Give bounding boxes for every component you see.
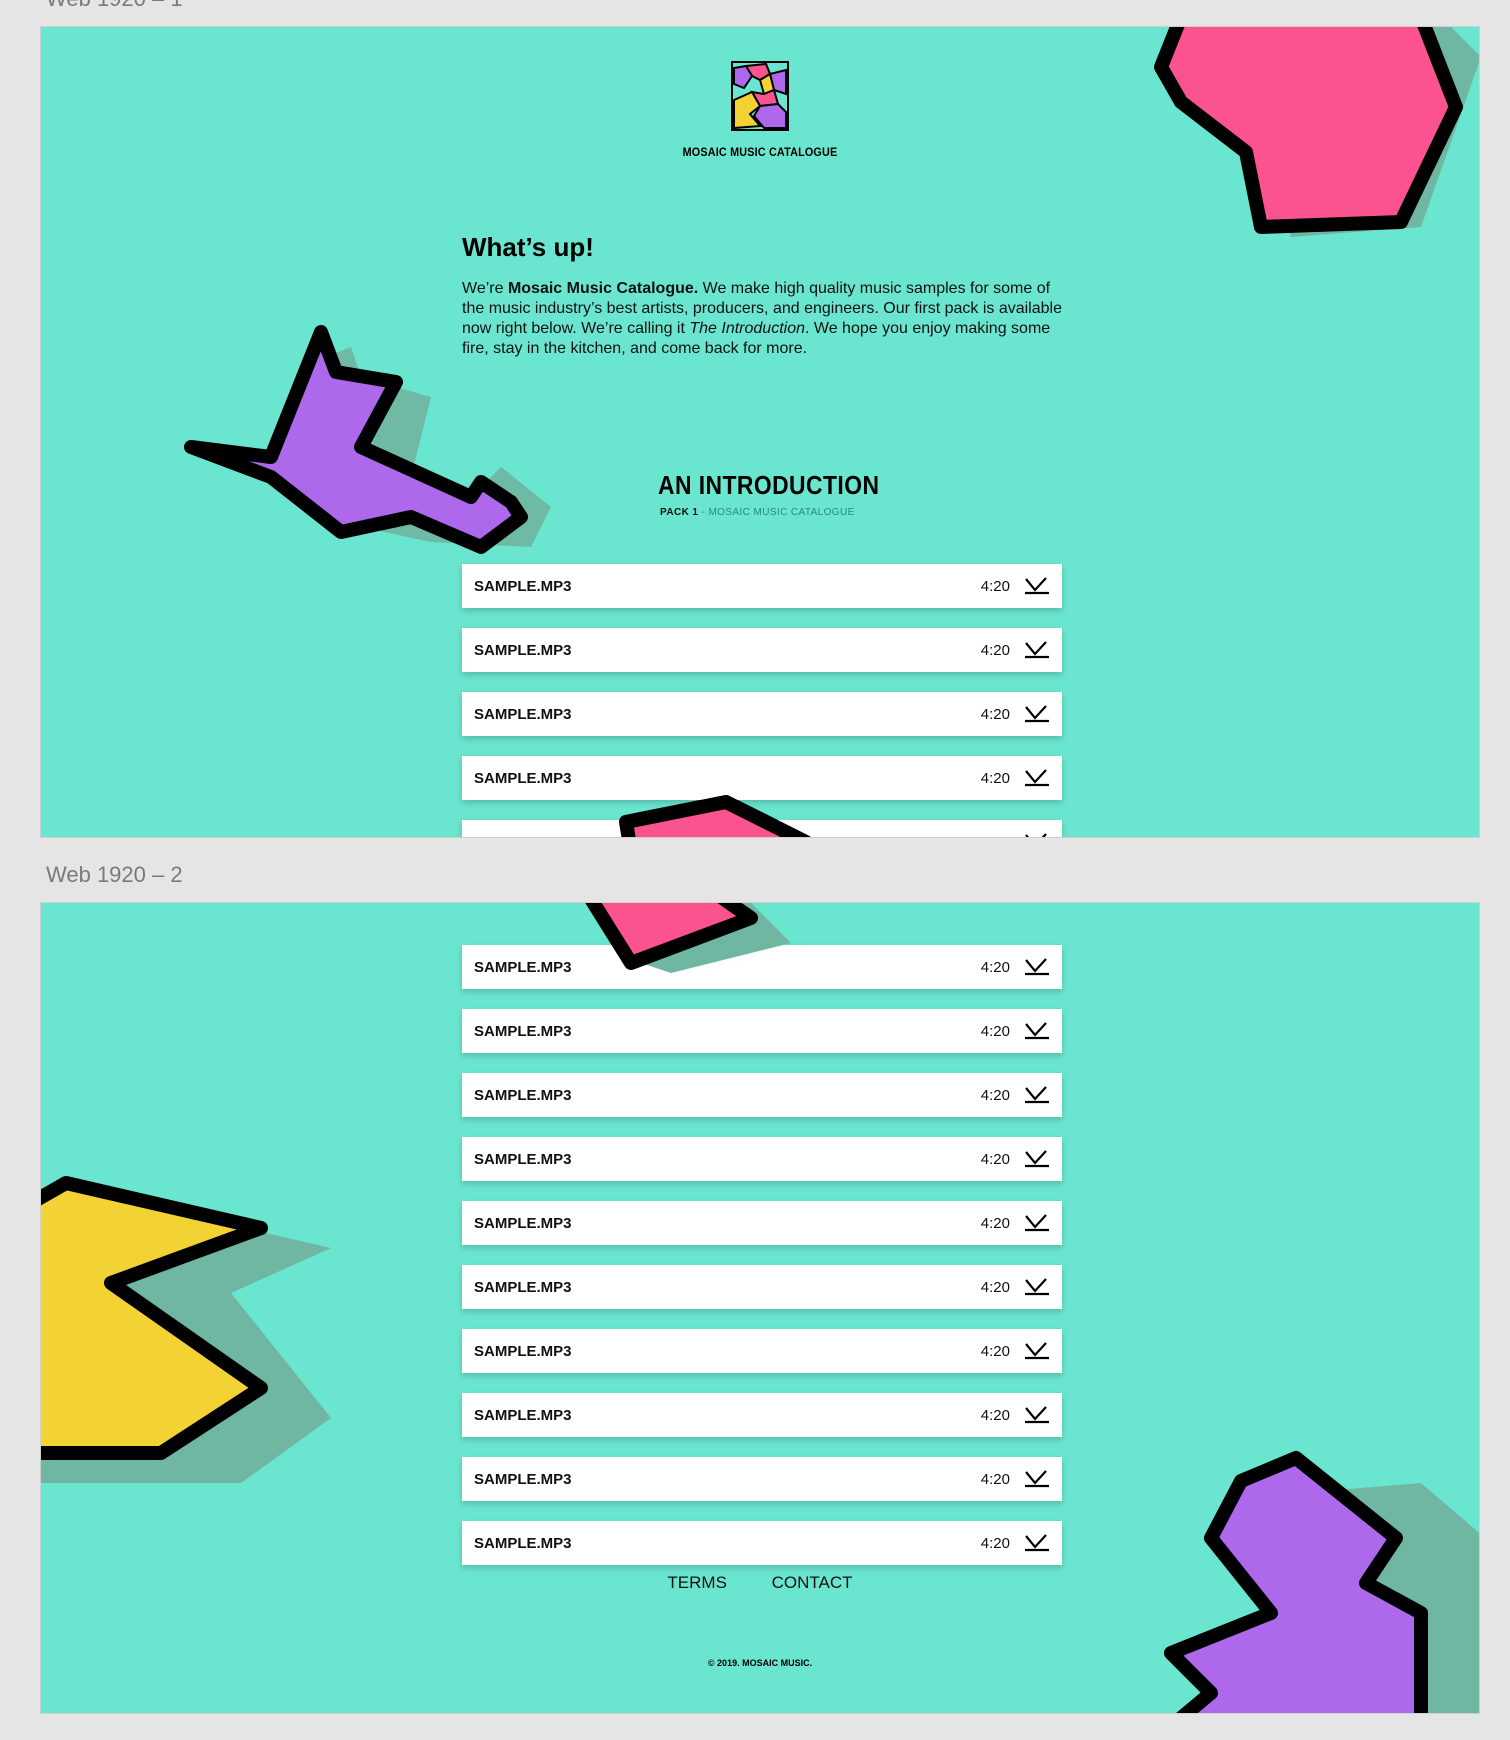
track-duration: 4:20 — [980, 1534, 1010, 1552]
track-row[interactable]: SAMPLE.MP3 4:20 — [462, 1201, 1062, 1245]
download-icon[interactable] — [1024, 576, 1050, 596]
track-duration: 4:20 — [980, 705, 1010, 723]
pink-shape-continued-decoration — [585, 903, 791, 973]
terms-link[interactable]: TERMS — [667, 1573, 727, 1592]
download-icon[interactable] — [1024, 704, 1050, 724]
download-icon[interactable] — [1024, 1405, 1050, 1425]
pack-separator: - — [698, 507, 709, 518]
download-icon[interactable] — [1024, 1533, 1050, 1553]
track-duration: 4:20 — [980, 1278, 1010, 1296]
artboard-web-2: SAMPLE.MP3 4:20 SAMPLE.MP3 4:20 SAMPLE.MP3 4:… — [40, 902, 1480, 1714]
track-name: SAMPLE.MP3 — [474, 1022, 572, 1040]
track-name: SAMPLE.MP3 — [474, 577, 572, 595]
track-duration: 4:20 — [980, 1150, 1010, 1168]
track-row[interactable]: SAMPLE.MP3 4:20 — [462, 564, 1062, 608]
download-icon[interactable] — [1024, 640, 1050, 660]
track-name: SAMPLE.MP3 — [474, 1214, 572, 1232]
download-icon[interactable] — [1024, 1149, 1050, 1169]
download-icon[interactable] — [1024, 957, 1050, 977]
artboard-label-2: Web 1920 – 2 — [46, 862, 183, 887]
pack-title: AN INTRODUCTION — [658, 470, 880, 500]
track-duration: 4:20 — [980, 1342, 1010, 1360]
track-name: SAMPLE.MP3 — [474, 641, 572, 659]
track-duration: 4:20 — [980, 1022, 1010, 1040]
pack-catalogue: MOSAIC MUSIC CATALOGUE — [708, 507, 855, 518]
download-icon[interactable] — [1024, 1021, 1050, 1041]
artboard-label-1: Web 1920 – 1 — [46, 0, 183, 12]
track-duration: 4:20 — [981, 834, 1010, 838]
track-name: SAMPLE.MP3 — [474, 1278, 572, 1296]
track-duration: 4:20 — [980, 958, 1010, 976]
track-name: SAMPLE.MP3 — [474, 705, 572, 723]
track-row[interactable]: SAMPLE.MP3 4:20 — [462, 628, 1062, 672]
track-row[interactable]: SAMPLE.MP3 4:20 — [462, 1009, 1062, 1053]
pink-shape-overlay-decoration — [619, 795, 811, 837]
track-name: SAMPLE.MP3 — [474, 1342, 572, 1360]
download-icon[interactable] — [1024, 1213, 1050, 1233]
track-row[interactable]: SAMPLE.MP3 4:20 — [462, 1265, 1062, 1309]
track-duration: 4:20 — [980, 577, 1010, 595]
track-duration: 4:20 — [980, 1214, 1010, 1232]
pack-label: PACK 1 — [660, 507, 699, 518]
track-row[interactable]: SAMPLE.MP3 4:20 — [462, 1329, 1062, 1373]
track-name: SAMPLE.MP3 — [474, 1534, 572, 1552]
track-name: SAMPLE.MP3 — [474, 1086, 572, 1104]
logo-container — [41, 60, 1479, 137]
download-icon[interactable] — [1024, 1341, 1050, 1361]
track-row[interactable]: SAMPLE.MP3 4:20 — [462, 1137, 1062, 1181]
track-duration: 4:20 — [980, 641, 1010, 659]
track-row[interactable]: SAMPLE.MP3 4:20 — [462, 692, 1062, 736]
intro-paragraph: We’re Mosaic Music Catalogue. We make hi… — [462, 279, 1062, 359]
track-name: SAMPLE.MP3 — [474, 1406, 572, 1424]
intro-pack-italic: The Introduction — [689, 320, 805, 337]
intro-heading: What’s up! — [462, 232, 594, 262]
track-row[interactable]: SAMPLE.MP3 4:20 — [462, 1457, 1062, 1501]
download-icon[interactable] — [1024, 768, 1050, 788]
brand-name: MOSAIC MUSIC CATALOGUE — [682, 145, 838, 159]
download-icon[interactable] — [1024, 832, 1050, 837]
mosaic-logo-icon[interactable] — [730, 60, 790, 137]
intro-brand-bold: Mosaic Music Catalogue. — [507, 280, 699, 297]
pack-subtitle: PACK 1 - MOSAIC MUSIC CATALOGUE — [660, 507, 855, 518]
track-row[interactable]: SAMPLE.MP3 4:20 — [462, 1393, 1062, 1437]
download-icon[interactable] — [1024, 1469, 1050, 1489]
track-duration: 4:20 — [980, 1086, 1010, 1104]
track-name: SAMPLE.MP3 — [474, 1470, 572, 1488]
track-duration: 4:20 — [980, 769, 1010, 787]
page-top-content: MOSAIC MUSIC CATALOGUE What’s up! We’re … — [41, 27, 1479, 837]
track-duration: 4:20 — [980, 1470, 1010, 1488]
track-row[interactable]: SAMPLE.MP3 4:20 — [462, 1073, 1062, 1117]
artboard-web-1: MOSAIC MUSIC CATALOGUE What’s up! We’re … — [40, 26, 1480, 838]
yellow-shape-decoration — [41, 1176, 331, 1483]
track-duration: 4:20 — [980, 1406, 1010, 1424]
intro-text-1: We’re — [462, 280, 508, 297]
download-icon[interactable] — [1024, 1277, 1050, 1297]
contact-link[interactable]: CONTACT — [772, 1573, 853, 1592]
track-name: SAMPLE.MP3 — [474, 1150, 572, 1168]
purple-shape-bottom-decoration — [1164, 1451, 1479, 1713]
track-row[interactable]: SAMPLE.MP3 4:20 — [462, 1521, 1062, 1565]
download-icon[interactable] — [1024, 1085, 1050, 1105]
